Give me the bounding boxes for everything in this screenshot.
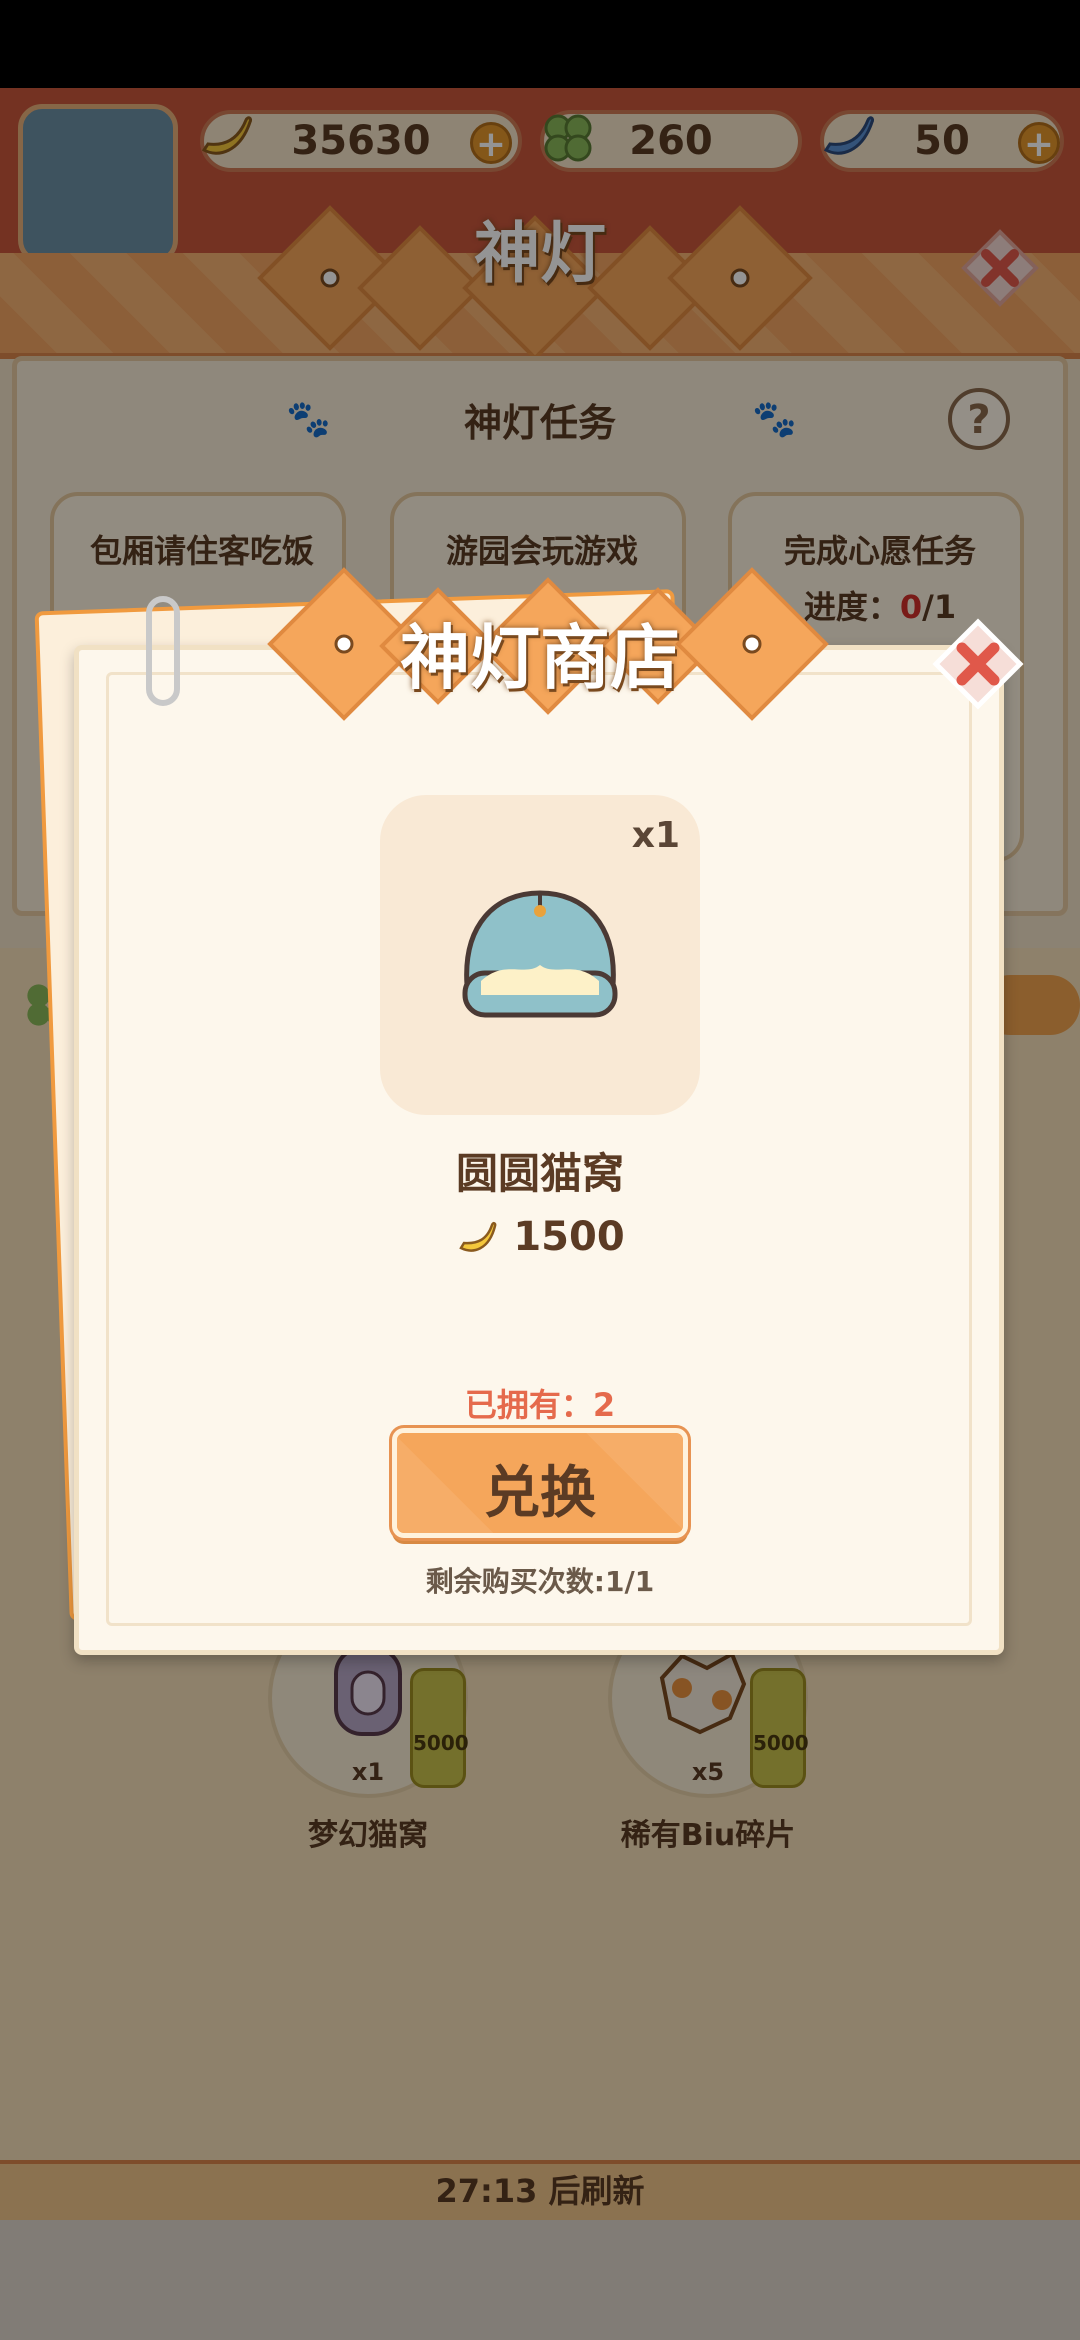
modal-title: 神灯商店 [400, 617, 680, 699]
paper-clip-icon [146, 596, 180, 706]
item-quantity: x1 [631, 815, 680, 856]
item-price: 1500 [513, 1214, 625, 1260]
exchange-button-face [397, 1433, 683, 1533]
item-name: 圆圆猫窝 [455, 1149, 624, 1198]
exchange-button[interactable] [392, 1428, 688, 1538]
item-price-row: 1500 [0, 1214, 1080, 1262]
round-cat-bed-icon [462, 890, 618, 1018]
banana-icon [459, 1221, 497, 1252]
close-icon[interactable] [932, 618, 1024, 710]
owned-count: 已拥有：2 [464, 1386, 616, 1424]
remaining-purchases: 剩余购买次数:1/1 [425, 1565, 655, 1598]
